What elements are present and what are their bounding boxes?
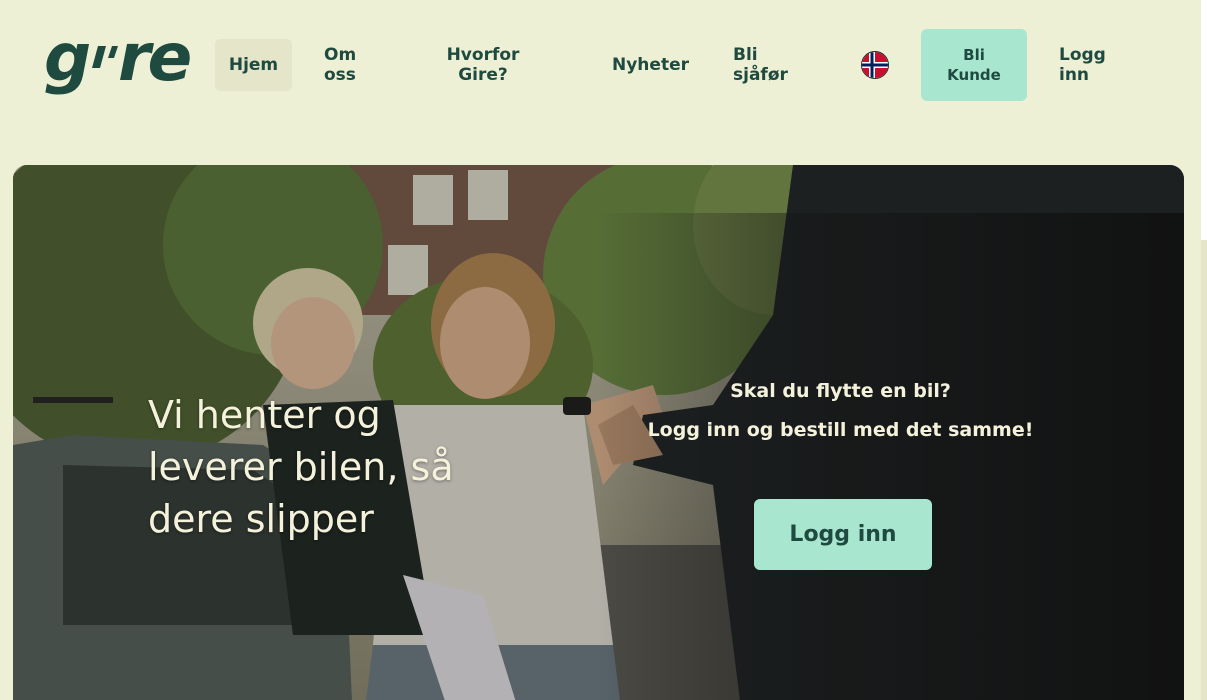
hero-headline: Vi henter og leverer bilen, så dere slip… [148, 393, 454, 541]
svg-text:re: re [118, 26, 191, 96]
become-customer-label: Bli Kunde [947, 46, 1001, 84]
gire-logo-icon: g re [44, 19, 194, 96]
hero-login-button[interactable]: Logg inn [754, 499, 932, 570]
hero-section: Vi henter og leverer bilen, så dere slip… [13, 165, 1184, 700]
nav-login[interactable]: Logg inn [1059, 45, 1129, 85]
gire-logo[interactable]: g re [44, 19, 206, 98]
hero-subtext: Logg inn og bestill med det samme! [647, 419, 1034, 441]
page: g re Hjem Om oss Hvorfor Gire? Nyheter B… [0, 0, 1207, 700]
nav-become-driver[interactable]: Bli sjåfør [733, 45, 803, 85]
nav-about[interactable]: Om oss [324, 45, 384, 85]
nav-home[interactable]: Hjem [215, 39, 292, 91]
nav-news[interactable]: Nyheter [612, 55, 689, 75]
svg-text:g: g [44, 26, 90, 96]
scrollbar-thumb[interactable] [1201, 0, 1207, 240]
nav-why-gire[interactable]: Hvorfor Gire? [438, 45, 528, 85]
norway-flag-icon[interactable] [861, 51, 889, 79]
page-scrollbar[interactable] [1201, 0, 1207, 700]
become-customer-button[interactable]: Bli Kunde [921, 29, 1027, 101]
norway-flag-graphic [862, 52, 888, 78]
hero-question: Skal du flytte en bil? [730, 380, 951, 402]
